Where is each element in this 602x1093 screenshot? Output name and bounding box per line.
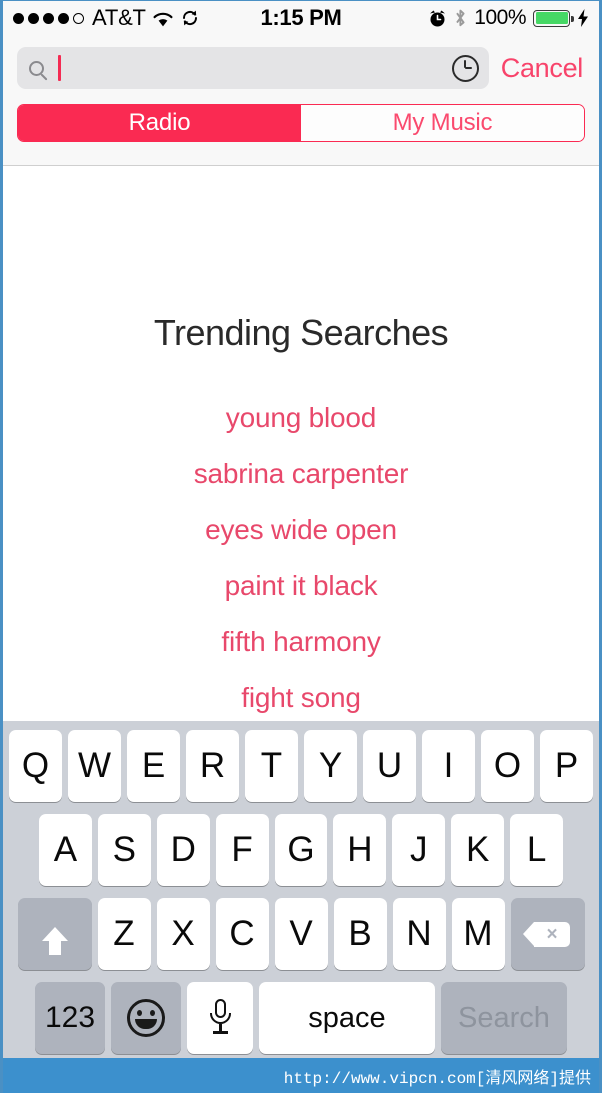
phone-screen: AT&T 1:15 PM 100% Cancel Radio My Music … — [0, 0, 602, 1093]
key-l[interactable]: L — [510, 814, 564, 886]
status-bar-right: 100% — [428, 6, 589, 30]
delete-backspace-icon: × — [523, 921, 570, 947]
page-title: Trending Searches — [153, 312, 449, 353]
key-d[interactable]: D — [156, 814, 210, 886]
key-w[interactable]: W — [68, 730, 121, 802]
tab-radio[interactable]: Radio — [18, 105, 301, 141]
emoji-smiley-icon — [127, 999, 165, 1037]
lightning-bolt-icon — [577, 9, 589, 27]
signal-strength-icon — [13, 12, 84, 24]
key-f[interactable]: F — [215, 814, 269, 886]
trending-list: young blood sabrina carpenter eyes wide … — [3, 390, 599, 726]
tab-my-music[interactable]: My Music — [301, 105, 584, 141]
key-b[interactable]: B — [333, 898, 387, 970]
key-n[interactable]: N — [392, 898, 446, 970]
key-r[interactable]: R — [186, 730, 239, 802]
key-t[interactable]: T — [245, 730, 298, 802]
onscreen-keyboard: Q W E R T Y U I O P A S D F G H J K L Z — [3, 721, 599, 1058]
key-u[interactable]: U — [363, 730, 416, 802]
key-v[interactable]: V — [274, 898, 328, 970]
alarm-clock-icon — [428, 9, 447, 28]
key-q[interactable]: Q — [9, 730, 62, 802]
key-s[interactable]: S — [97, 814, 151, 886]
list-item[interactable]: paint it black — [3, 558, 599, 614]
key-x[interactable]: X — [156, 898, 210, 970]
key-j[interactable]: J — [392, 814, 446, 886]
keyboard-row-4: 123 space Search — [6, 982, 596, 1054]
key-y[interactable]: Y — [304, 730, 357, 802]
key-k[interactable]: K — [451, 814, 505, 886]
search-row: Cancel — [3, 35, 599, 89]
text-cursor — [58, 55, 61, 81]
keyboard-row-1: Q W E R T Y U I O P — [6, 730, 596, 802]
key-z[interactable]: Z — [97, 898, 151, 970]
list-item[interactable]: eyes wide open — [3, 502, 599, 558]
search-header: Cancel Radio My Music — [3, 35, 599, 166]
watermark-text: http://www.vipcn.com[清风网络]提供 — [283, 1069, 591, 1088]
wifi-icon — [152, 10, 174, 27]
bluetooth-icon — [454, 8, 467, 28]
keyboard-row-2: A S D F G H J K L — [6, 814, 596, 886]
list-item[interactable]: sabrina carpenter — [3, 446, 599, 502]
segmented-control: Radio My Music — [17, 104, 585, 142]
search-return-key[interactable]: Search — [441, 982, 567, 1054]
carrier-label: AT&T — [92, 5, 146, 30]
search-icon — [29, 60, 44, 76]
list-item[interactable]: fight song — [3, 670, 599, 726]
key-a[interactable]: A — [39, 814, 92, 886]
battery-percent-label: 100% — [474, 6, 526, 29]
keyboard-row-3: Z X C V B N M × — [6, 898, 596, 970]
battery-icon — [533, 9, 574, 27]
list-item[interactable]: fifth harmony — [3, 614, 599, 670]
status-bar: AT&T 1:15 PM 100% — [3, 1, 599, 35]
key-g[interactable]: G — [274, 814, 328, 886]
list-item[interactable]: young blood — [3, 390, 599, 446]
microphone-icon — [210, 999, 231, 1037]
numbers-key[interactable]: 123 — [35, 982, 105, 1054]
shift-key[interactable] — [17, 898, 92, 970]
trending-searches-panel: Trending Searches young blood sabrina ca… — [3, 167, 599, 721]
cancel-button[interactable]: Cancel — [499, 53, 585, 84]
space-key[interactable]: space — [259, 982, 435, 1054]
key-c[interactable]: C — [215, 898, 269, 970]
clock-history-icon[interactable] — [451, 54, 479, 82]
shift-arrow-icon — [41, 927, 68, 955]
dictation-key[interactable] — [187, 982, 253, 1054]
delete-key[interactable]: × — [510, 898, 585, 970]
status-bar-left: AT&T — [13, 5, 200, 31]
key-h[interactable]: H — [333, 814, 387, 886]
emoji-key[interactable] — [111, 982, 181, 1054]
sync-icon — [180, 8, 200, 28]
watermark-bar: http://www.vipcn.com[清风网络]提供 — [3, 1058, 599, 1093]
key-e[interactable]: E — [127, 730, 180, 802]
key-o[interactable]: O — [481, 730, 534, 802]
key-i[interactable]: I — [422, 730, 475, 802]
key-m[interactable]: M — [451, 898, 505, 970]
key-p[interactable]: P — [540, 730, 593, 802]
search-input[interactable] — [17, 47, 489, 89]
